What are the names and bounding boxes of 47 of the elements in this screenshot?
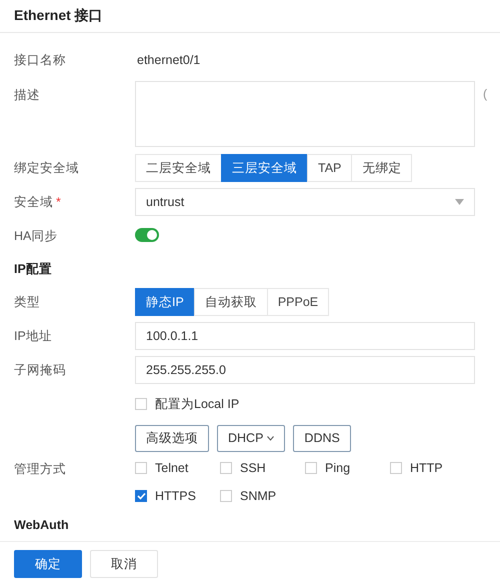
checkbox[interactable] xyxy=(220,490,232,502)
field-label: 管理方式 xyxy=(14,462,66,476)
option-button[interactable]: 高级选项 xyxy=(135,424,209,452)
required-mark: * xyxy=(56,194,61,208)
checkbox[interactable] xyxy=(220,462,232,474)
section-heading: IP配置 xyxy=(13,260,52,278)
segment-option[interactable]: 三层安全域 xyxy=(221,154,308,182)
checkbox-label: HTTPS xyxy=(155,489,196,503)
checkbox-label: Telnet xyxy=(155,461,188,475)
confirm-button[interactable]: 确定 xyxy=(14,550,82,578)
segment-option[interactable]: 二层安全域 xyxy=(135,154,222,182)
checkbox-label: 配置为Local IP xyxy=(155,396,240,412)
checkbox[interactable] xyxy=(390,462,402,474)
checkbox-label: SSH xyxy=(240,461,266,475)
field-label: IP地址 xyxy=(14,328,52,342)
section-heading: WebAuth xyxy=(13,518,69,532)
input-field[interactable]: 100.0.1.1 xyxy=(135,322,475,350)
caret-icon xyxy=(455,199,464,205)
checkbox[interactable] xyxy=(135,490,147,502)
segment-option[interactable]: TAP xyxy=(307,154,352,182)
field-label: 子网掩码 xyxy=(14,362,66,376)
field-label: 安全域 xyxy=(14,194,53,208)
field-label: 类型 xyxy=(14,294,40,308)
window-title: Ethernet 接口 xyxy=(14,7,103,25)
input-field[interactable]: 255.255.255.0 xyxy=(135,356,475,384)
character-counter: ( xyxy=(482,86,488,101)
checkbox[interactable] xyxy=(305,462,317,474)
field-label: HA同步 xyxy=(14,228,58,242)
field-value: ethernet0/1 xyxy=(136,53,202,67)
segment-option[interactable]: 静态IP xyxy=(135,288,195,316)
checkbox-label: Ping xyxy=(325,461,350,475)
checkbox[interactable] xyxy=(135,398,147,410)
cancel-button[interactable]: 取消 xyxy=(90,550,158,578)
option-button[interactable]: DHCP xyxy=(217,424,286,452)
field-label: 接口名称 xyxy=(14,52,66,66)
segment-option[interactable]: 无绑定 xyxy=(351,154,412,182)
option-button[interactable]: DDNS xyxy=(293,424,351,452)
zone-select[interactable]: untrust xyxy=(135,188,475,216)
toggle-switch[interactable] xyxy=(135,228,159,242)
checkbox[interactable] xyxy=(135,462,147,474)
checkbox-label: HTTP xyxy=(410,461,443,475)
field-label: 绑定安全域 xyxy=(14,160,79,174)
segment-option[interactable]: PPPoE xyxy=(266,288,330,316)
checkbox-label: SNMP xyxy=(240,489,276,503)
description-field[interactable] xyxy=(135,81,475,147)
segment-option[interactable]: 自动获取 xyxy=(194,288,268,316)
field-label: 描述 xyxy=(14,88,40,102)
